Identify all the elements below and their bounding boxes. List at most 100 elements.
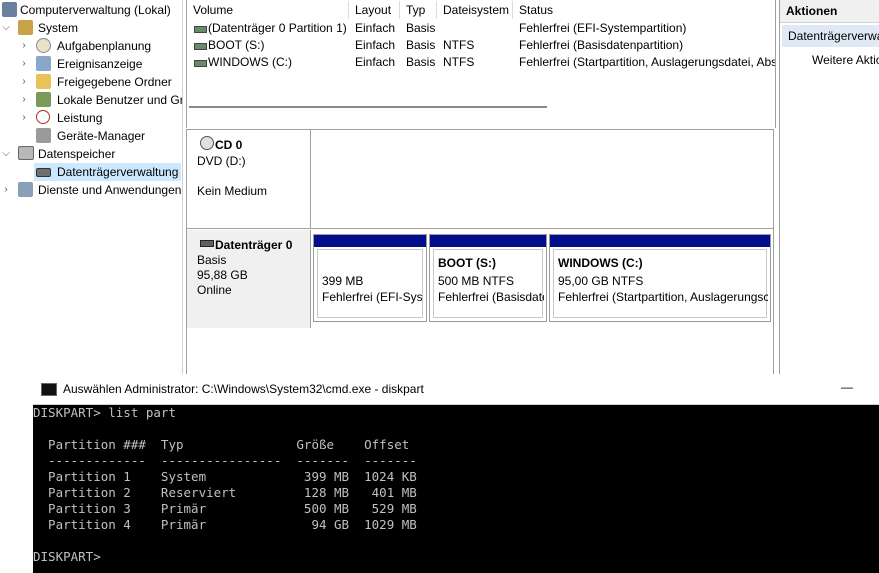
volume-layout: Einfach	[355, 21, 396, 35]
tree-item-shared-folders[interactable]: › Freigegebene Ordner	[0, 73, 182, 91]
event-viewer-icon	[36, 56, 51, 71]
chevron-right-icon[interactable]: ›	[18, 109, 30, 127]
column-header-type[interactable]: Typ	[400, 1, 437, 19]
partition-bar	[314, 235, 426, 247]
volume-name: (Datenträger 0 Partition 1)	[208, 21, 347, 35]
console-line: DISKPART>	[33, 549, 101, 564]
partition-status: Fehlerfrei (Startpartition, Auslagerungs…	[558, 290, 768, 304]
tree-item-label: Dienste und Anwendungen	[38, 183, 182, 197]
tree-item-storage[interactable]: ⌵ Datenspeicher	[0, 145, 182, 163]
tree-item-label: Aufgabenplanung	[57, 39, 152, 53]
tree-item-system[interactable]: ⌵ System	[0, 19, 182, 37]
chevron-right-icon[interactable]: ›	[0, 181, 12, 199]
volume-type: Basis	[406, 38, 436, 52]
console-line: Partition 4 Primär 94 GB 1029 MB	[33, 517, 417, 532]
actions-header: Aktionen	[780, 0, 879, 23]
actions-item-more[interactable]: Weitere Aktio	[782, 50, 879, 70]
chevron-down-icon[interactable]: ⌵	[0, 145, 12, 163]
table-row[interactable]: BOOT (S:) Einfach Basis NTFS Fehlerfrei …	[187, 37, 775, 54]
tree-item-label: Lokale Benutzer und Gr	[57, 93, 182, 107]
volume-type: Basis	[406, 21, 436, 35]
volume-icon	[194, 26, 207, 33]
device-manager-icon	[36, 128, 51, 143]
table-row[interactable]: (Datenträger 0 Partition 1) Einfach Basi…	[187, 20, 775, 37]
disk-state: Online	[197, 283, 232, 297]
partition-bar	[430, 235, 546, 247]
tree-item-task-scheduler[interactable]: › Aufgabenplanung	[0, 37, 182, 55]
disk-size: 95,88 GB	[197, 268, 248, 282]
performance-icon	[36, 110, 50, 124]
partition-efi[interactable]: BOOT (S:) 399 MB Fehlerfrei (EFI-Syste	[313, 234, 427, 322]
tree-item-label: Ereignisanzeige	[57, 57, 143, 71]
partition-size: 399 MB	[322, 274, 364, 288]
services-icon	[18, 182, 33, 197]
disk-label-disk0[interactable]: Datenträger 0 Basis 95,88 GB Online	[187, 230, 311, 328]
chevron-right-icon[interactable]: ›	[18, 73, 30, 91]
minimize-button[interactable]: —	[841, 380, 853, 394]
console-line: Partition ### Typ Größe Offset	[33, 437, 410, 452]
tree-item-services[interactable]: › Dienste und Anwendungen	[0, 181, 182, 199]
computer-management-icon	[2, 2, 17, 17]
disk-graphical-view: CD 0 DVD (D:) Kein Medium Datenträger 0 …	[186, 129, 774, 375]
tree-item-local-users[interactable]: › Lokale Benutzer und Gr	[0, 91, 182, 109]
console-line: Partition 2 Reserviert 128 MB 401 MB	[33, 485, 417, 500]
tree-item-device-manager[interactable]: Geräte-Manager	[0, 127, 182, 145]
column-header-volume[interactable]: Volume	[187, 1, 349, 19]
volume-layout: Einfach	[355, 55, 396, 69]
column-header-layout[interactable]: Layout	[349, 1, 400, 19]
tools-icon	[18, 20, 33, 35]
column-header-status[interactable]: Status	[513, 1, 775, 19]
shared-folder-icon	[36, 74, 51, 89]
volume-type: Basis	[406, 55, 436, 69]
cmd-console[interactable]: DISKPART> list part Partition ### Typ Gr…	[33, 405, 879, 573]
tree-item-label: Freigegebene Ordner	[57, 75, 172, 89]
column-header-filesystem[interactable]: Dateisystem	[437, 1, 513, 19]
tree-item-label: Datenspeicher	[38, 147, 116, 161]
tree-item-root[interactable]: Computerverwaltung (Lokal)	[0, 1, 182, 19]
disk-name: Datenträger 0	[215, 238, 293, 252]
partition-name: WINDOWS (C:)	[558, 256, 643, 270]
storage-icon	[18, 146, 34, 160]
cd-drive-icon	[200, 136, 214, 150]
tree-item-label: Leistung	[57, 111, 103, 125]
disk-divider	[187, 228, 773, 229]
partition-bar	[550, 235, 770, 247]
chevron-down-icon[interactable]: ⌵	[0, 19, 12, 37]
partition-boot[interactable]: BOOT (S:) 500 MB NTFS Fehlerfrei (Basisd…	[429, 234, 547, 322]
volume-status: Fehlerfrei (Startpartition, Auslagerungs…	[519, 55, 775, 69]
partition-windows[interactable]: WINDOWS (C:) 95,00 GB NTFS Fehlerfrei (S…	[549, 234, 771, 322]
horizontal-scrollbar[interactable]	[189, 106, 547, 108]
actions-item-disk-management[interactable]: Datenträgerverwa	[782, 25, 879, 47]
tree-item-performance[interactable]: › Leistung	[0, 109, 182, 127]
chevron-right-icon[interactable]: ›	[18, 91, 30, 109]
partition-size: 95,00 GB NTFS	[558, 274, 644, 288]
volume-name: BOOT (S:)	[208, 38, 265, 52]
tree-item-label: Datenträgerverwaltung	[57, 165, 179, 179]
table-row[interactable]: WINDOWS (C:) Einfach Basis NTFS Fehlerfr…	[187, 54, 775, 71]
volume-list: Volume Layout Typ Dateisystem Status (Da…	[186, 0, 776, 128]
tree-item-event-viewer[interactable]: › Ereignisanzeige	[0, 55, 182, 73]
actions-pane: Aktionen Datenträgerverwa Weitere Aktio	[779, 0, 879, 375]
cmd-window[interactable]: Auswählen Administrator: C:\Windows\Syst…	[33, 374, 879, 573]
cd-media: Kein Medium	[197, 184, 268, 198]
cmd-icon	[41, 383, 57, 396]
volume-name: WINDOWS (C:)	[208, 55, 292, 69]
partition-name: BOOT (S:)	[438, 256, 496, 270]
volume-status: Fehlerfrei (EFI-Systempartition)	[519, 21, 687, 35]
chevron-right-icon[interactable]: ›	[18, 37, 30, 55]
actions-item-label: Weitere Aktio	[812, 53, 879, 67]
clock-icon	[36, 38, 51, 53]
users-icon	[36, 92, 51, 107]
disk-label-cd0[interactable]: CD 0 DVD (D:) Kein Medium	[187, 130, 311, 228]
actions-title: Aktionen	[786, 4, 838, 18]
partition-body: BOOT (S:) 399 MB Fehlerfrei (EFI-Syste	[317, 249, 423, 318]
volume-icon	[194, 60, 207, 67]
volume-filesystem	[443, 20, 511, 37]
cd-name: CD 0	[215, 138, 243, 152]
tree-item-disk-management[interactable]: Datenträgerverwaltung	[34, 163, 181, 181]
chevron-right-icon[interactable]: ›	[18, 55, 30, 73]
partition-body: BOOT (S:) 500 MB NTFS Fehlerfrei (Basisd…	[433, 249, 544, 318]
cmd-titlebar[interactable]: Auswählen Administrator: C:\Windows\Syst…	[33, 374, 879, 405]
partition-status: Fehlerfrei (Basisdate	[438, 290, 544, 304]
disk-icon	[200, 240, 214, 247]
